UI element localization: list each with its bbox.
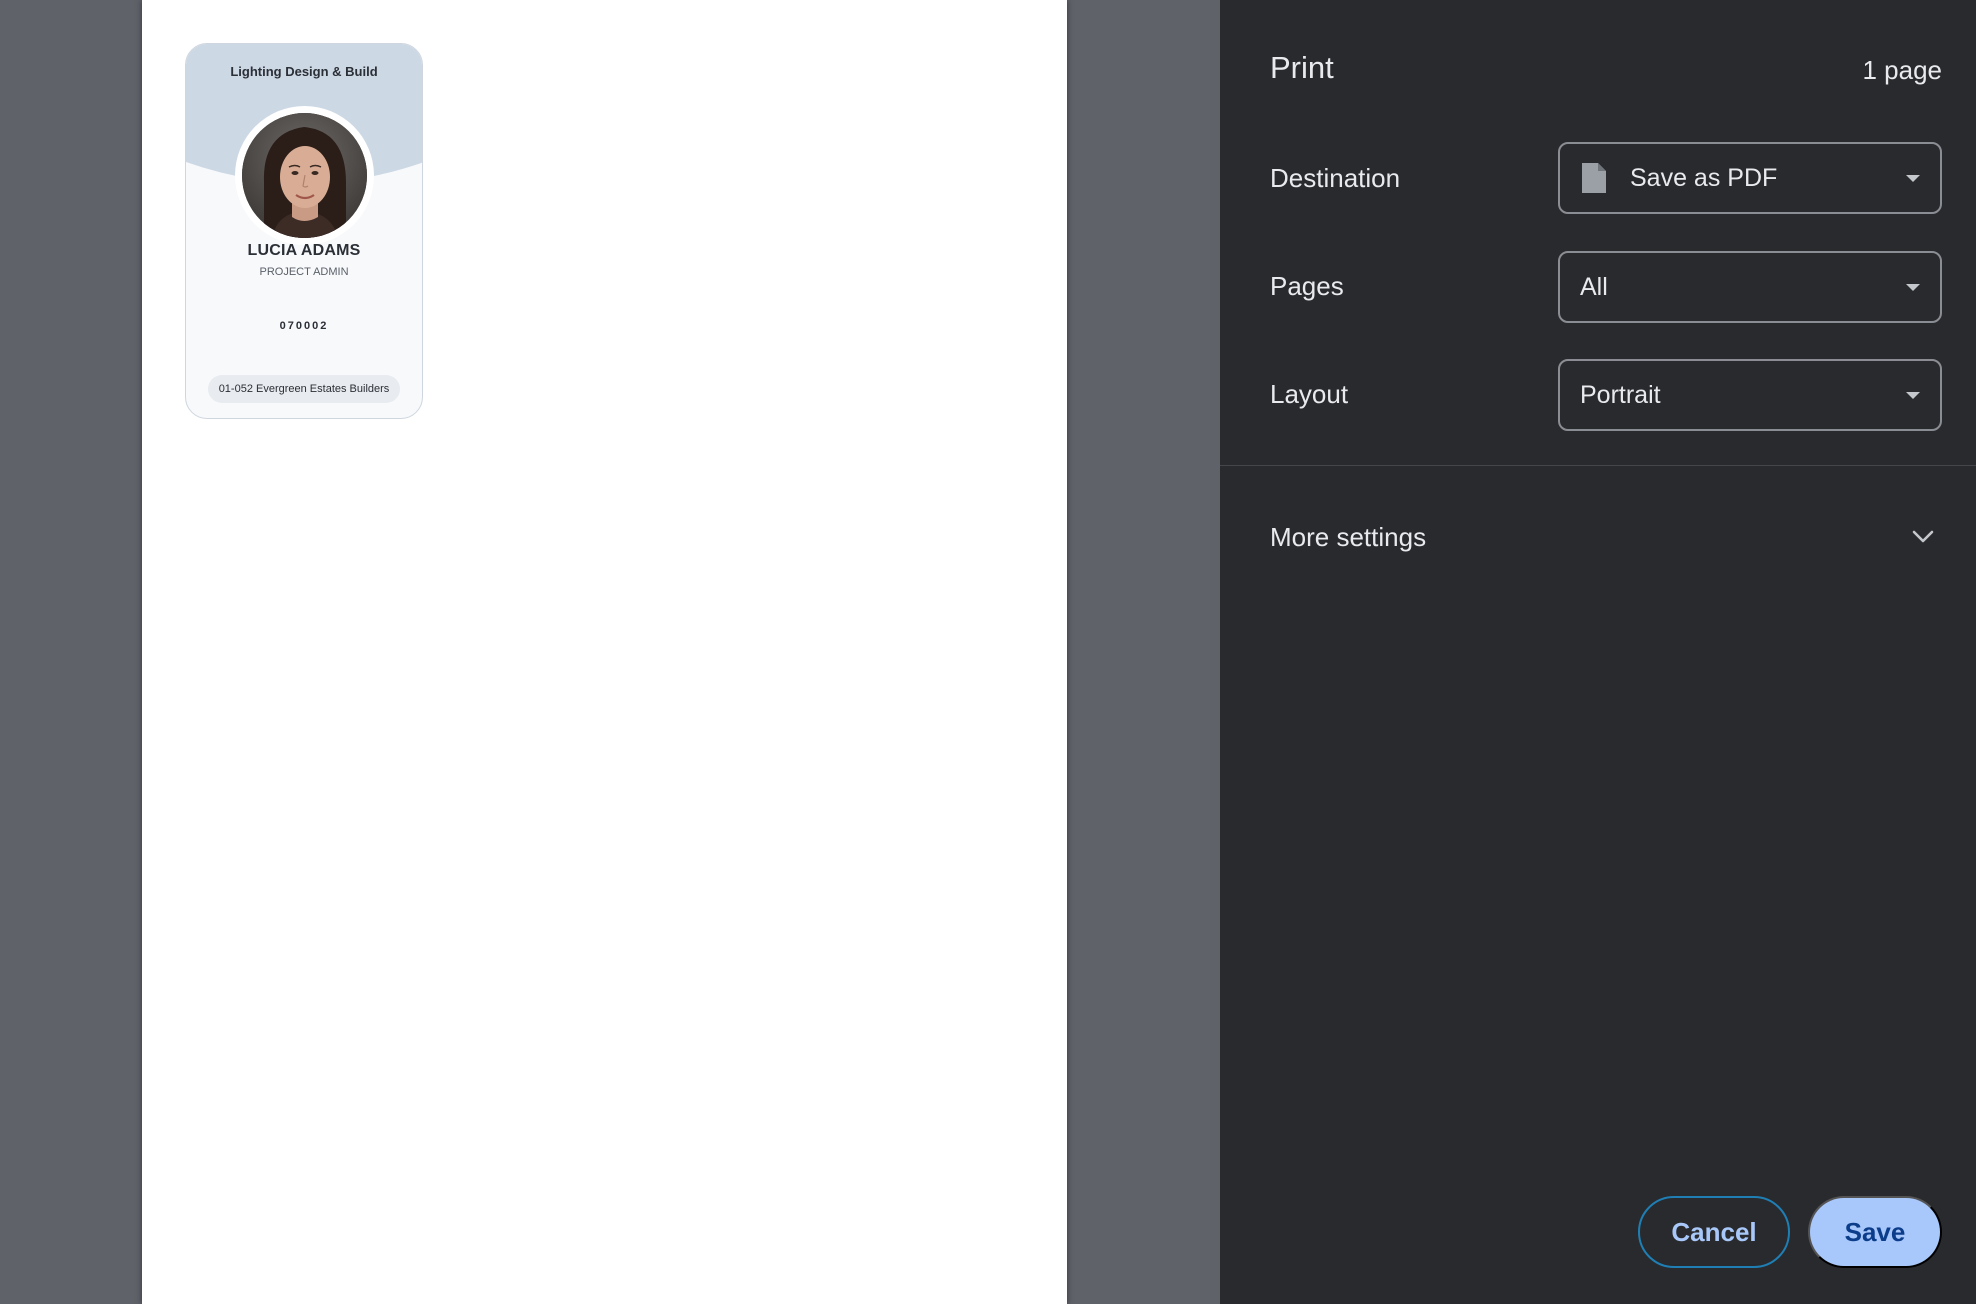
dropdown-caret-icon xyxy=(1906,175,1920,182)
badge-person-role: PROJECT ADMIN xyxy=(259,266,349,278)
section-divider xyxy=(1220,465,1976,466)
cancel-button[interactable]: Cancel xyxy=(1638,1196,1790,1268)
badge-id-number: 070002 xyxy=(279,320,329,332)
more-settings-toggle[interactable]: More settings xyxy=(1270,522,1426,553)
save-button[interactable]: Save xyxy=(1808,1196,1942,1268)
badge-project-pill: 01-052 Evergreen Estates Builders xyxy=(208,375,400,403)
print-preview-area[interactable]: Lighting Design & Build LUCIA ADAMS PROJ… xyxy=(0,0,1220,1304)
badge-person-name: LUCIA ADAMS xyxy=(247,242,361,259)
print-title: Print xyxy=(1270,50,1334,85)
badge-photo-frame xyxy=(235,106,374,245)
layout-label: Layout xyxy=(1270,379,1349,409)
badge-company-name: Lighting Design & Build xyxy=(230,64,378,79)
print-settings-panel: Print 1 page Destination Save as PDF Pag… xyxy=(1220,0,1976,1304)
destination-select[interactable]: Save as PDF xyxy=(1558,142,1942,214)
dropdown-caret-icon xyxy=(1906,392,1920,399)
pages-select[interactable]: All xyxy=(1558,251,1942,323)
destination-value: Save as PDF xyxy=(1630,163,1778,192)
file-icon xyxy=(1582,163,1606,193)
preview-page: Lighting Design & Build LUCIA ADAMS PROJ… xyxy=(142,0,1067,1304)
pages-label: Pages xyxy=(1270,271,1344,301)
dropdown-caret-icon xyxy=(1906,284,1920,291)
pages-value: All xyxy=(1580,272,1608,301)
page-count: 1 page xyxy=(1862,55,1942,85)
layout-value: Portrait xyxy=(1580,380,1661,409)
layout-select[interactable]: Portrait xyxy=(1558,359,1942,431)
id-badge: Lighting Design & Build LUCIA ADAMS PROJ… xyxy=(185,43,423,419)
destination-label: Destination xyxy=(1270,163,1401,193)
person-photo-icon xyxy=(242,113,367,238)
chevron-down-icon[interactable] xyxy=(1912,530,1934,544)
